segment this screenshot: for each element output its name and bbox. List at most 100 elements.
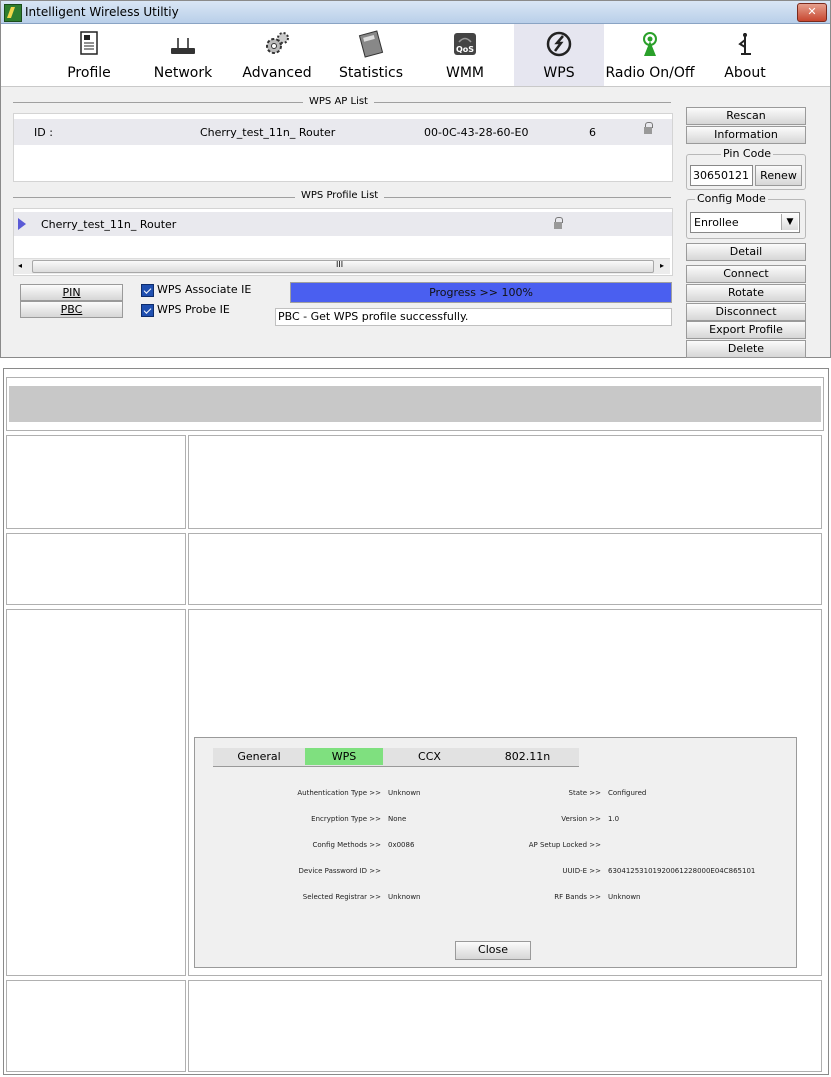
selected-registrar-label: Selected Registrar >> [302, 893, 381, 901]
toolbar-label: Advanced [242, 65, 312, 81]
rf-bands-label: RF Bands >> [554, 893, 601, 901]
delete-button[interactable]: Delete [686, 340, 806, 358]
progress-text: Progress >> 100% [429, 286, 533, 299]
about-icon [738, 33, 751, 55]
config-methods-value: 0x0086 [388, 841, 415, 849]
config-methods-label: Config Methods >> [312, 841, 381, 849]
scrollbar-thumb[interactable]: III [32, 260, 654, 273]
close-window-button[interactable]: ✕ [797, 3, 827, 22]
window-title: Intelligent Wireless Utiltiy [25, 5, 179, 19]
selected-registrar-value: Unknown [388, 893, 421, 901]
qos-icon: QoS [454, 33, 476, 55]
information-button[interactable]: Information [686, 126, 806, 144]
wps-detail-dialog: General WPS CCX 802.11n Authentication T… [194, 737, 797, 968]
qos-icon-text: QoS [456, 45, 474, 54]
radio-tower-icon [643, 32, 657, 56]
wps-icon [546, 31, 572, 57]
toolbar-wmm-button[interactable]: QoS WMM [420, 24, 510, 86]
renew-button[interactable]: Renew [755, 165, 802, 186]
scroll-left-icon[interactable]: ◂ [18, 261, 22, 270]
tab-80211n[interactable]: 802.11n [476, 748, 579, 765]
table-row-desc-cell [188, 980, 822, 1072]
export-profile-button[interactable]: Export Profile [686, 321, 806, 339]
ap-channel: 6 [589, 126, 596, 139]
selected-arrow-icon [18, 218, 26, 230]
toolbar-network-button[interactable]: Network [138, 24, 228, 86]
tab-wps[interactable]: WPS [305, 748, 383, 765]
toolbar-label: Network [153, 65, 213, 81]
toolbar-about-button[interactable]: About [700, 24, 790, 86]
app-logo-icon [4, 4, 22, 22]
auth-type-label: Authentication Type >> [297, 789, 381, 797]
ap-bssid: 00-0C-43-28-60-E0 [424, 126, 529, 139]
table-row-label-cell [6, 435, 186, 529]
title-bar: Intelligent Wireless Utiltiy ✕ [1, 1, 830, 24]
wps-ap-list-title: WPS AP List [303, 96, 374, 107]
rescan-button[interactable]: Rescan [686, 107, 806, 125]
rotate-button[interactable]: Rotate [686, 284, 806, 302]
toolbar-profile-button[interactable]: Profile [44, 24, 134, 86]
toolbar-label: WMM [445, 65, 484, 81]
wps-associate-ie-label: WPS Associate IE [157, 283, 252, 296]
lock-icon [554, 217, 563, 229]
ap-setup-locked-label: AP Setup Locked >> [528, 841, 601, 849]
profile-name: Cherry_test_11n_ Router [41, 218, 177, 231]
connect-button[interactable]: Connect [686, 265, 806, 283]
detail-button[interactable]: Detail [686, 243, 806, 261]
lock-icon [644, 122, 653, 134]
auth-type-value: Unknown [388, 789, 421, 797]
pin-code-field[interactable]: 30650121 [690, 165, 753, 186]
profile-list-row[interactable]: Cherry_test_11n_ Router [14, 212, 672, 236]
wps-associate-ie-checkbox[interactable] [141, 284, 154, 297]
config-mode-group: Config Mode Enrollee ▼ [686, 192, 806, 239]
profile-icon [80, 31, 98, 55]
chevron-down-icon[interactable]: ▼ [781, 214, 798, 230]
table-row-desc-cell [188, 435, 822, 529]
wps-profile-list-title: WPS Profile List [295, 190, 385, 201]
toolbar-advanced-button[interactable]: Advanced [232, 24, 322, 86]
tab-general[interactable]: General [213, 748, 305, 765]
toolbar-label: WPS [543, 65, 575, 81]
wps-ap-list[interactable]: ID : Cherry_test_11n_ Router 00-0C-43-28… [13, 113, 673, 182]
toolbar-wps-button[interactable]: WPS [514, 24, 604, 86]
main-toolbar: Profile Network Advanced Statistics QoS … [1, 24, 830, 87]
scroll-grip: III [336, 260, 344, 269]
table-row-desc-cell [188, 533, 822, 605]
wps-progress-bar: Progress >> 100% [290, 282, 672, 303]
table-header-band [9, 386, 821, 422]
scroll-right-icon[interactable]: ▸ [660, 261, 664, 270]
status-text: PBC - Get WPS profile successfully. [278, 310, 469, 323]
config-mode-title: Config Mode [695, 192, 768, 205]
wireless-utility-window: Intelligent Wireless Utiltiy ✕ Profile N… [0, 0, 831, 358]
enc-type-value: None [388, 815, 407, 823]
horizontal-scrollbar[interactable]: ◂ III ▸ [14, 258, 670, 274]
disconnect-button[interactable]: Disconnect [686, 303, 806, 321]
state-label: State >> [568, 789, 601, 797]
ap-list-row[interactable]: ID : Cherry_test_11n_ Router 00-0C-43-28… [14, 119, 672, 145]
close-button[interactable]: Close [455, 941, 531, 960]
version-value: 1.0 [608, 815, 620, 823]
ap-id-label: ID : [34, 126, 53, 139]
calculator-icon [358, 30, 384, 58]
pin-code-title: Pin Code [721, 147, 774, 160]
pbc-button[interactable]: PBC [20, 301, 123, 318]
toolbar-radio-button[interactable]: Radio On/Off [605, 24, 695, 86]
toolbar-label: Radio On/Off [605, 65, 695, 81]
network-icon [171, 38, 195, 54]
config-mode-select[interactable]: Enrollee ▼ [690, 212, 800, 233]
device-password-label: Device Password ID >> [298, 867, 382, 875]
tab-ccx[interactable]: CCX [383, 748, 476, 765]
pin-code-group: Pin Code 30650121 Renew [686, 147, 806, 190]
toolbar-statistics-button[interactable]: Statistics [326, 24, 416, 86]
rf-bands-value: Unknown [608, 893, 641, 901]
table-row-label-cell [6, 980, 186, 1072]
wps-profile-list[interactable]: Cherry_test_11n_ Router ◂ III ▸ [13, 208, 673, 276]
uuid-e-label: UUID-E >> [562, 867, 601, 875]
state-value: Configured [608, 789, 647, 797]
wps-probe-ie-checkbox[interactable] [141, 304, 154, 317]
table-row-label-cell [6, 609, 186, 976]
gears-icon [266, 32, 289, 54]
version-label: Version >> [561, 815, 601, 823]
pin-button[interactable]: PIN [20, 284, 123, 301]
status-field: PBC - Get WPS profile successfully. [275, 308, 672, 326]
